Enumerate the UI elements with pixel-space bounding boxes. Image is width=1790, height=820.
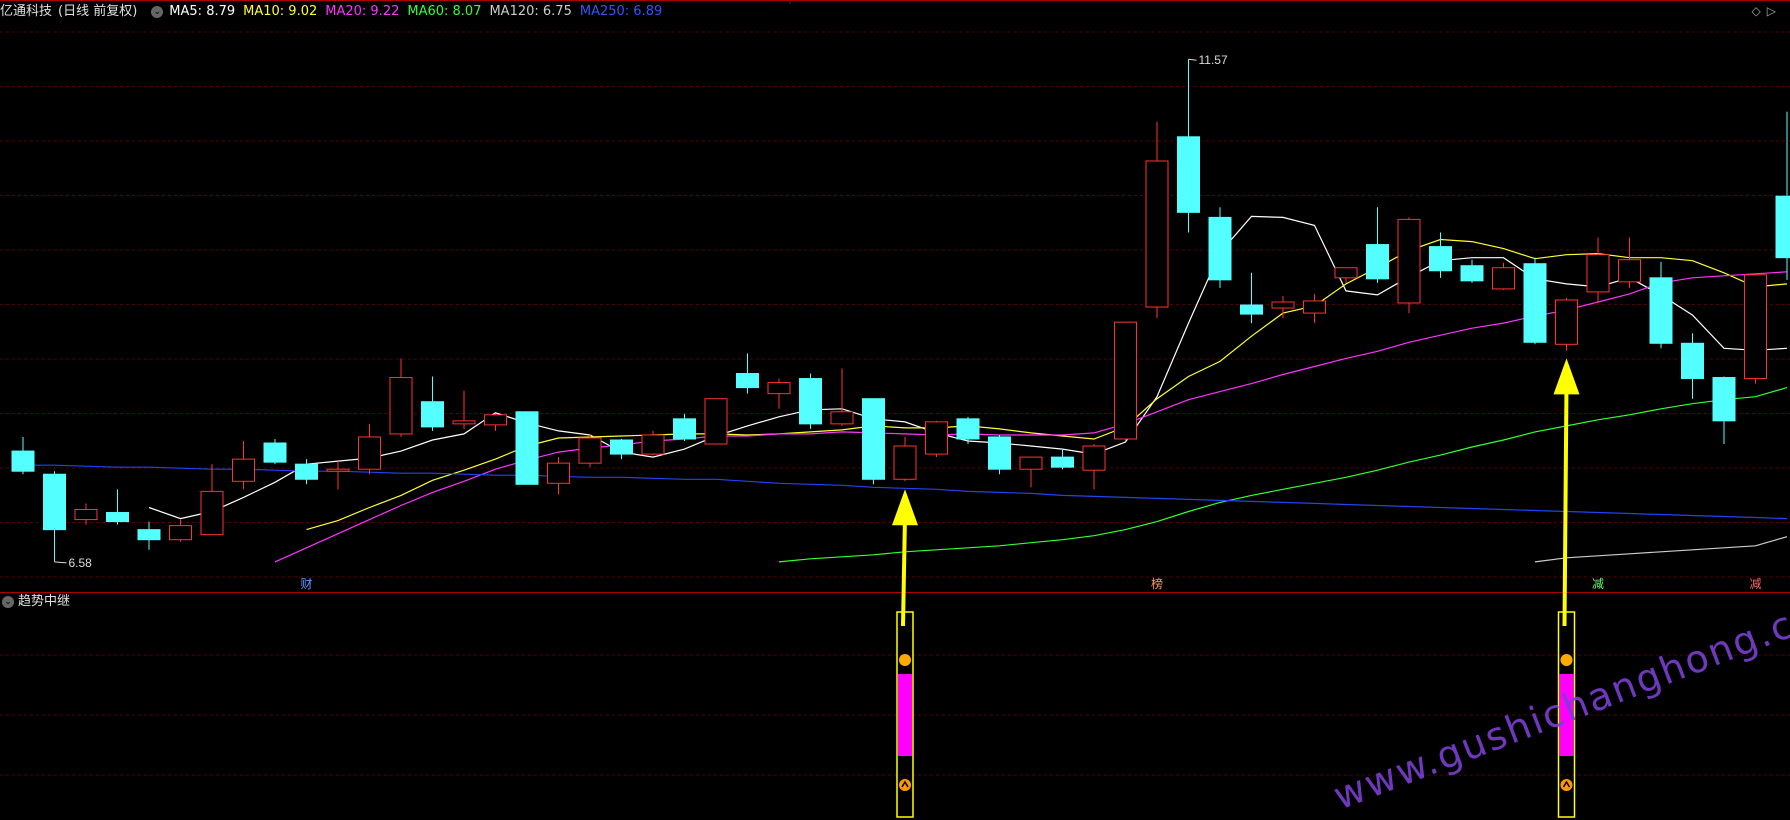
candle-body xyxy=(106,512,129,523)
candle-body xyxy=(11,450,35,472)
candle-body xyxy=(137,529,161,541)
candle-body xyxy=(1334,267,1358,279)
candle-body xyxy=(1019,456,1043,470)
money-bag-icon xyxy=(1560,654,1573,666)
kline-chart[interactable]: 11.576.58财榜减减www.gushichanghong.com xyxy=(0,0,1790,820)
candle-body xyxy=(1303,300,1326,314)
candle-body xyxy=(43,473,66,531)
candle-body xyxy=(736,373,759,389)
candle-body xyxy=(169,525,192,541)
candle-body xyxy=(862,398,885,480)
arrow-right-icon[interactable]: ▷ xyxy=(1767,4,1782,18)
candle-body xyxy=(547,462,570,484)
event-marker: 财 xyxy=(300,577,312,591)
candle-body xyxy=(1051,456,1074,468)
candle-body xyxy=(1240,304,1263,315)
candle-body xyxy=(1586,254,1610,293)
candle-body xyxy=(925,421,948,455)
price-high-pointer xyxy=(1188,58,1197,61)
candle-body xyxy=(326,468,350,472)
signal-bar xyxy=(898,674,912,756)
candle-body xyxy=(956,418,980,440)
candle-body xyxy=(893,445,917,480)
chevron-down-icon[interactable]: ⌄ xyxy=(151,5,164,18)
candle-body xyxy=(358,436,381,470)
candle-body xyxy=(1429,246,1452,272)
candle-body xyxy=(1744,274,1767,380)
candle-body xyxy=(389,377,413,435)
diamond-icon[interactable]: ◇ xyxy=(1752,4,1767,18)
candle-body xyxy=(1114,321,1137,440)
candle-body xyxy=(1775,195,1790,259)
candle-body xyxy=(484,414,507,426)
candle-body xyxy=(704,398,728,445)
candle-body xyxy=(295,463,318,480)
event-marker: 减 xyxy=(1749,577,1761,591)
candle-body xyxy=(1366,244,1389,280)
candle-body xyxy=(263,442,287,463)
stock-title: 亿通科技 (日线 前复权) xyxy=(0,4,138,19)
candle-body xyxy=(1460,265,1484,282)
candle-body xyxy=(1712,377,1736,422)
candle-body xyxy=(1082,445,1106,471)
event-marker: 减 xyxy=(1592,577,1604,591)
indicator-name: 趋势中继 xyxy=(18,594,71,609)
candle-body xyxy=(232,458,255,482)
ma-legend-item: MA10: 9.02 xyxy=(243,4,318,19)
event-marker: 榜 xyxy=(1151,576,1163,591)
ma-legend-item: MA20: 9.22 xyxy=(325,4,400,19)
chevron-down-icon[interactable]: ⌄ xyxy=(2,595,14,608)
signal-arrow-shaft xyxy=(901,515,907,627)
candle-body xyxy=(1492,267,1515,290)
signal-arrow-shaft xyxy=(1562,384,1569,627)
price-low-label: 6.58 xyxy=(69,556,93,570)
candle-body xyxy=(421,401,444,428)
candle-body xyxy=(1618,259,1641,283)
candle-body xyxy=(1397,218,1421,304)
signal-arrow-head xyxy=(1553,358,1580,395)
candle-body xyxy=(1271,301,1295,309)
candle-body xyxy=(610,439,633,455)
signal-arrow-head xyxy=(892,489,918,526)
candle-body xyxy=(1681,342,1704,380)
candle-body xyxy=(1523,263,1547,343)
candle-body xyxy=(767,382,791,395)
window-controls: ◇▷ xyxy=(1752,4,1782,18)
price-high-label: 11.57 xyxy=(1199,53,1228,67)
money-bag-icon xyxy=(899,654,911,666)
ma-legend: MA5: 8.79 MA10: 9.02 MA20: 9.22 MA60: 8.07 M… xyxy=(169,4,670,19)
candle-body xyxy=(641,434,665,455)
candle-body xyxy=(578,437,602,464)
ma-legend-item: MA5: 8.79 xyxy=(169,4,236,19)
ma-legend-item: MA120: 6.75 xyxy=(489,4,572,19)
ma-legend-item: MA250: 6.89 xyxy=(579,4,663,19)
candle-body xyxy=(673,418,696,440)
candle-body xyxy=(1145,160,1169,308)
candle-body xyxy=(200,490,224,536)
candle-body xyxy=(830,411,854,425)
candle-body xyxy=(74,508,98,521)
ma-legend-item: MA60: 8.07 xyxy=(407,4,482,19)
candle-body xyxy=(1649,277,1673,344)
candle-body xyxy=(988,436,1011,470)
chart-header: 亿通科技 (日线 前复权) ⌄ MA5: 8.79 MA10: 9.02 MA20: 9.… xyxy=(0,0,676,24)
price-low-pointer xyxy=(54,561,67,564)
candle-body xyxy=(799,378,822,425)
candle-body xyxy=(1208,216,1232,281)
indicator-header: ⌄ 趋势中继 xyxy=(0,592,70,612)
candle-body xyxy=(1555,299,1578,345)
candle-body xyxy=(1177,136,1200,213)
candle-body xyxy=(452,420,476,425)
kline-chart-window: 11.57 6.58 财榜减减 www.gushichanghong.com 亿通科技… xyxy=(0,0,1790,820)
candle-body xyxy=(515,411,539,485)
ma-line-ma120 xyxy=(1534,536,1788,563)
